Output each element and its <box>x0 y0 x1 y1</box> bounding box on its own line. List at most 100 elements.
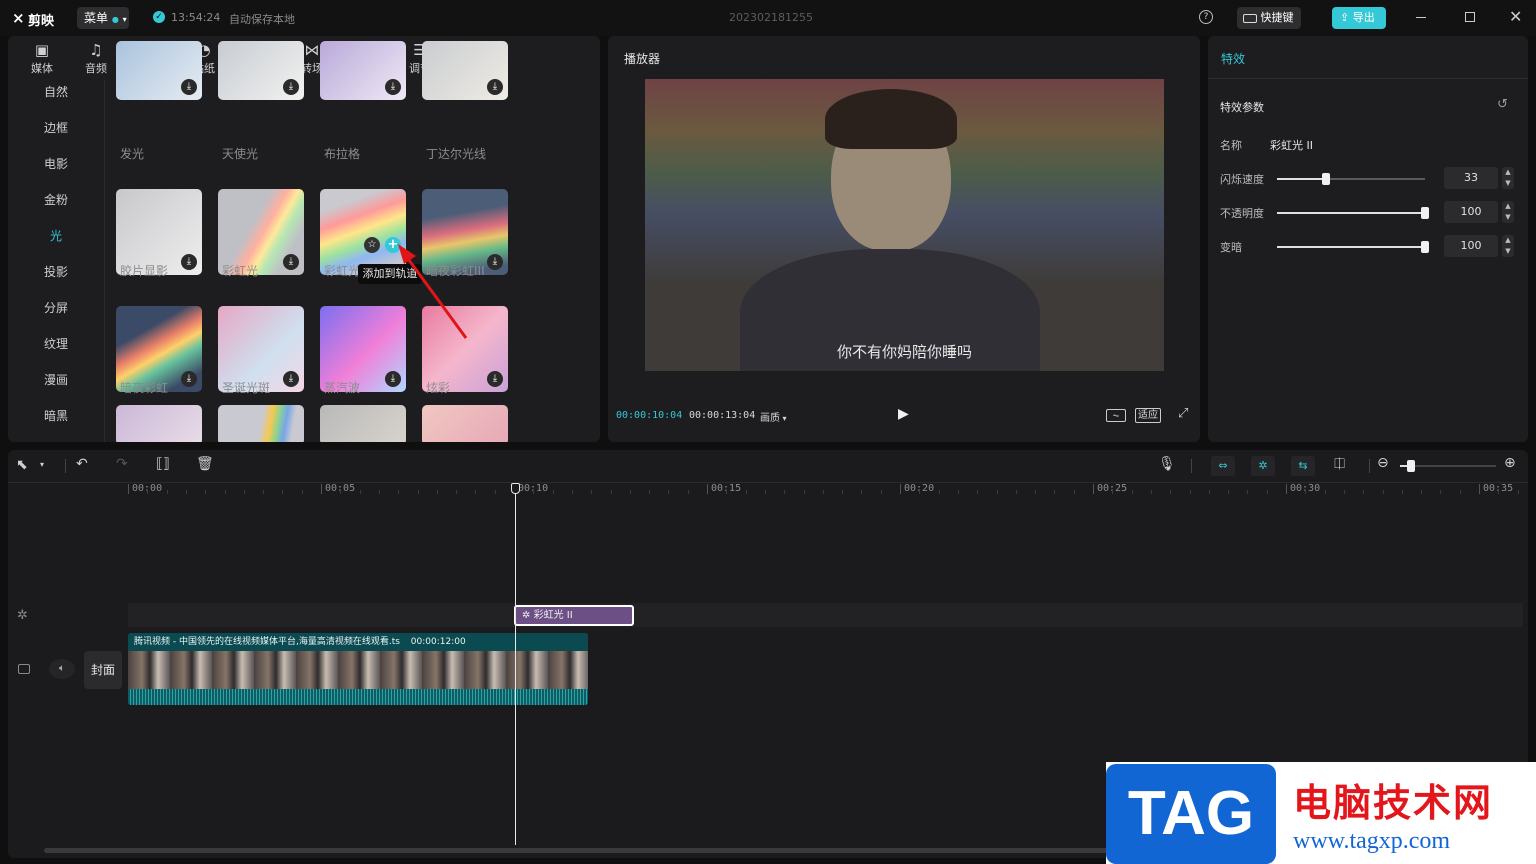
zoom-slider-knob[interactable] <box>1407 460 1415 472</box>
preview-axis-icon[interactable]: ⎅ <box>1334 456 1345 472</box>
reset-icon[interactable]: ↺ <box>1497 97 1508 112</box>
param-stepper[interactable]: ▲ ▼ <box>1502 167 1514 189</box>
param-value-input[interactable]: 100 <box>1444 235 1498 257</box>
ruler-minor-tick <box>880 490 882 494</box>
fit-ratio-button[interactable]: 适应 <box>1135 408 1161 423</box>
param-slider-fill <box>1277 178 1326 180</box>
redo-icon[interactable]: ↷ <box>116 456 128 472</box>
param-slider-knob[interactable] <box>1421 241 1429 253</box>
download-icon[interactable]: ⤓ <box>283 79 299 95</box>
close-icon[interactable]: ✕ <box>1509 7 1522 26</box>
fullscreen-icon[interactable]: ⤢ <box>1178 406 1188 421</box>
category-item[interactable]: 电影 <box>8 155 104 172</box>
chevron-up-icon[interactable]: ▲ <box>1505 202 1510 210</box>
preview-frame[interactable]: 你不有你妈陪你睡吗 <box>645 79 1164 371</box>
category-item[interactable]: 投影 <box>8 263 104 280</box>
param-stepper[interactable]: ▲ ▼ <box>1502 235 1514 257</box>
split-icon[interactable]: ⟦⟧ <box>156 456 170 472</box>
maximize-icon[interactable] <box>1465 12 1475 22</box>
effect-thumb-partial[interactable] <box>422 405 508 442</box>
category-item[interactable]: 边框 <box>8 119 104 136</box>
person-hair <box>825 89 957 149</box>
param-slider-knob[interactable] <box>1322 173 1330 185</box>
param-value-input[interactable]: 100 <box>1444 201 1498 223</box>
playhead-line[interactable] <box>515 483 516 845</box>
effect-thumb[interactable]: ⤓ <box>218 41 304 100</box>
playhead-handle[interactable] <box>511 483 520 494</box>
category-item[interactable]: 纹理 <box>8 335 104 352</box>
chevron-down-icon: ▾ <box>122 15 127 24</box>
effect-thumb-partial[interactable] <box>116 405 202 442</box>
export-button[interactable]: ⇪ 导出 <box>1332 7 1386 29</box>
download-icon[interactable]: ⤓ <box>487 79 503 95</box>
auto-snap-icon[interactable]: ✲ <box>1251 456 1275 476</box>
param-value-input[interactable]: 33 <box>1444 167 1498 189</box>
favorite-star-icon[interactable]: ☆ <box>364 237 380 253</box>
category-item[interactable]: 分屏 <box>8 299 104 316</box>
download-icon[interactable]: ⤓ <box>181 79 197 95</box>
linkage-icon[interactable]: ⇆ <box>1291 456 1315 476</box>
video-clip[interactable]: 腾讯视频 - 中国领先的在线视频媒体平台,海量高清视频在线观看.ts 00:00… <box>128 633 588 705</box>
minimize-icon[interactable] <box>1416 17 1426 18</box>
ruler-minor-tick <box>1498 490 1500 494</box>
shortcut-button[interactable]: 快捷键 <box>1237 7 1301 29</box>
ruler-minor-tick <box>1189 490 1191 494</box>
effect-thumb[interactable]: ⤓ <box>320 41 406 100</box>
param-slider-knob[interactable] <box>1421 207 1429 219</box>
ruler-tick <box>1479 484 1480 494</box>
help-icon[interactable]: ? <box>1199 10 1213 24</box>
download-icon[interactable]: ⤓ <box>385 79 401 95</box>
select-tool-icon[interactable]: ⬉ <box>16 457 28 473</box>
menu-button[interactable]: 菜单 ● ▾ <box>77 7 129 29</box>
category-item[interactable]: 自然 <box>8 83 104 100</box>
toolbar-divider <box>1191 459 1192 473</box>
chevron-down-icon: ▾ <box>780 414 787 423</box>
microphone-icon[interactable]: 🎙︎ <box>1158 456 1176 472</box>
ruler-minor-tick <box>1401 490 1403 494</box>
ruler-minor-tick <box>1324 490 1326 494</box>
effect-thumb[interactable]: ⤓ <box>422 41 508 100</box>
ruler-minor-tick <box>1015 490 1017 494</box>
category-item[interactable]: 漫画 <box>8 371 104 388</box>
effect-thumb-partial[interactable] <box>320 405 406 442</box>
effects-track-lane <box>128 603 1523 627</box>
media-icon: ▣ <box>34 41 50 59</box>
undo-icon[interactable]: ↶ <box>76 456 88 472</box>
effect-name: 炫彩 <box>426 381 451 395</box>
waveform-icon[interactable]: ⏦ <box>1106 409 1126 422</box>
ruler-minor-tick <box>764 490 766 494</box>
effect-thumb[interactable]: ⤓ <box>116 41 202 100</box>
category-item[interactable]: 光 <box>8 227 104 244</box>
delete-icon[interactable]: 🗑︎ <box>196 456 214 472</box>
watermark: TAG 电脑技术网 www.tagxp.com <box>1106 762 1536 864</box>
effect-clip[interactable]: ✲ 彩虹光 II <box>514 605 634 626</box>
tab-audio[interactable]: ♫ 音频 <box>71 40 121 78</box>
category-item[interactable]: 暗黑 <box>8 407 104 424</box>
main-track-magnet-icon[interactable]: ⇔ <box>1211 456 1235 476</box>
tab-media[interactable]: ▣ 媒体 <box>17 40 67 78</box>
chevron-down-icon[interactable]: ▼ <box>1505 213 1510 221</box>
zoom-out-icon[interactable]: ⊖ <box>1377 455 1389 471</box>
quality-dropdown[interactable]: 画质 ▾ <box>760 409 787 424</box>
ruler-minor-tick <box>1150 490 1152 494</box>
play-icon[interactable]: ▶ <box>898 406 909 422</box>
ruler-minor-tick <box>571 490 573 494</box>
chevron-down-icon[interactable]: ▾ <box>40 460 44 469</box>
zoom-in-icon[interactable]: ⊕ <box>1504 455 1516 471</box>
ruler-minor-tick <box>456 490 458 494</box>
category-item[interactable]: 金粉 <box>8 191 104 208</box>
timeline-scrollbar[interactable] <box>44 848 1154 853</box>
chevron-down-icon[interactable]: ▼ <box>1505 179 1510 187</box>
param-stepper[interactable]: ▲ ▼ <box>1502 201 1514 223</box>
effect-name: 布拉格 <box>324 147 361 161</box>
effect-thumb-partial[interactable] <box>218 405 304 442</box>
chevron-down-icon[interactable]: ▼ <box>1505 247 1510 255</box>
props-tab-effects[interactable]: 特效 <box>1221 50 1245 67</box>
effects-track-icon: ✲ <box>17 608 28 623</box>
chevron-up-icon[interactable]: ▲ <box>1505 168 1510 176</box>
chevron-up-icon[interactable]: ▲ <box>1505 236 1510 244</box>
mute-icon[interactable]: 🔈︎ <box>49 659 75 679</box>
ruler-minor-tick <box>301 490 303 494</box>
cover-button[interactable]: 封面 <box>84 651 122 689</box>
ruler-minor-tick <box>1382 490 1384 494</box>
